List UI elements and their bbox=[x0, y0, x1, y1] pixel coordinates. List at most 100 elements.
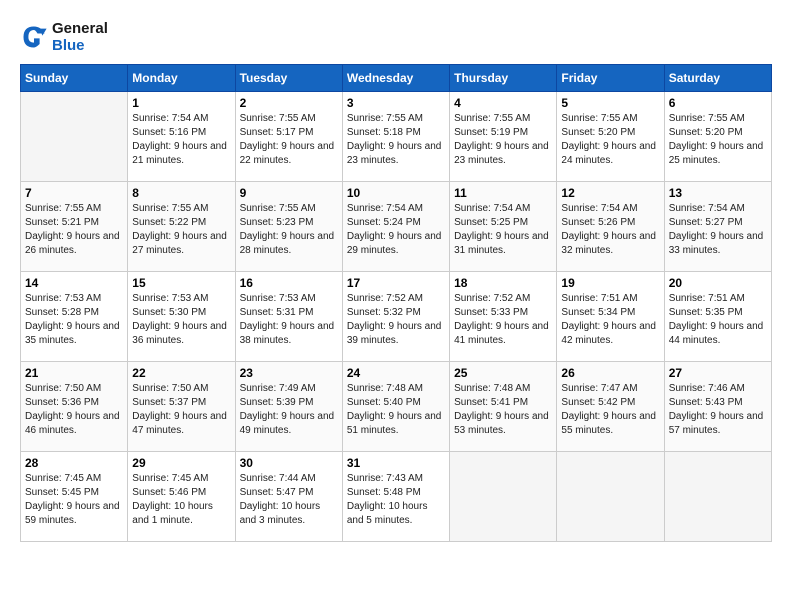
calendar-cell: 10Sunrise: 7:54 AMSunset: 5:24 PMDayligh… bbox=[342, 182, 449, 272]
day-number: 25 bbox=[454, 366, 552, 380]
day-info: Sunrise: 7:53 AMSunset: 5:28 PMDaylight:… bbox=[25, 292, 123, 348]
calendar-cell: 19 Sunrise: 7:51 AMSunset: 5:34 PMDayligh… bbox=[557, 272, 664, 362]
calendar-cell bbox=[21, 92, 128, 182]
calendar-cell: 29 Sunrise: 7:45 AMSunset: 5:46 PMDayligh… bbox=[128, 452, 235, 542]
day-info: Sunrise: 7:55 AMSunset: 5:20 PMDaylight:… bbox=[561, 112, 659, 168]
day-info: Sunrise: 7:46 AMSunset: 5:43 PMDaylight:… bbox=[669, 382, 767, 438]
day-info: Sunrise: 7:55 AMSunset: 5:23 PMDaylight:… bbox=[240, 202, 338, 258]
day-number: 15 bbox=[132, 276, 230, 290]
day-number: 7 bbox=[25, 186, 123, 200]
day-info: Sunrise: 7:43 AMSunset: 5:48 PMDaylight:… bbox=[347, 472, 445, 528]
calendar-cell: 2 Sunrise: 7:55 AMSunset: 5:17 PMDaylight… bbox=[235, 92, 342, 182]
day-info: Sunrise: 7:55 AMSunset: 5:19 PMDaylight:… bbox=[454, 112, 552, 168]
calendar-cell: 20 Sunrise: 7:51 AMSunset: 5:35 PMDayligh… bbox=[664, 272, 771, 362]
calendar-cell: 11 Sunrise: 7:54 AMSunset: 5:25 PMDayligh… bbox=[450, 182, 557, 272]
logo-icon bbox=[20, 23, 48, 51]
day-number: 11 bbox=[454, 186, 552, 200]
calendar-cell: 4 Sunrise: 7:55 AMSunset: 5:19 PMDaylight… bbox=[450, 92, 557, 182]
page-header: General Blue bbox=[20, 20, 772, 54]
day-number: 3 bbox=[347, 96, 445, 110]
calendar-cell: 26Sunrise: 7:47 AMSunset: 5:42 PMDayligh… bbox=[557, 362, 664, 452]
calendar-cell: 8 Sunrise: 7:55 AMSunset: 5:22 PMDaylight… bbox=[128, 182, 235, 272]
calendar-cell: 25 Sunrise: 7:48 AMSunset: 5:41 PMDayligh… bbox=[450, 362, 557, 452]
calendar-cell: 30Sunrise: 7:44 AMSunset: 5:47 PMDayligh… bbox=[235, 452, 342, 542]
day-number: 20 bbox=[669, 276, 767, 290]
calendar-cell: 24Sunrise: 7:48 AMSunset: 5:40 PMDayligh… bbox=[342, 362, 449, 452]
logo: General Blue bbox=[20, 20, 108, 54]
day-number: 4 bbox=[454, 96, 552, 110]
day-number: 30 bbox=[240, 456, 338, 470]
calendar-cell: 21 Sunrise: 7:50 AMSunset: 5:36 PMDayligh… bbox=[21, 362, 128, 452]
day-info: Sunrise: 7:55 AMSunset: 5:20 PMDaylight:… bbox=[669, 112, 767, 168]
calendar-cell: 31 Sunrise: 7:43 AMSunset: 5:48 PMDayligh… bbox=[342, 452, 449, 542]
day-info: Sunrise: 7:53 AMSunset: 5:31 PMDaylight:… bbox=[240, 292, 338, 348]
day-info: Sunrise: 7:53 AMSunset: 5:30 PMDaylight:… bbox=[132, 292, 230, 348]
day-number: 9 bbox=[240, 186, 338, 200]
calendar-cell bbox=[450, 452, 557, 542]
calendar-week-row: 14 Sunrise: 7:53 AMSunset: 5:28 PMDayligh… bbox=[21, 272, 772, 362]
column-header-thursday: Thursday bbox=[450, 65, 557, 92]
logo-text: General Blue bbox=[52, 20, 108, 54]
day-info: Sunrise: 7:55 AMSunset: 5:17 PMDaylight:… bbox=[240, 112, 338, 168]
calendar-week-row: 7Sunrise: 7:55 AMSunset: 5:21 PMDaylight… bbox=[21, 182, 772, 272]
calendar-cell: 5 Sunrise: 7:55 AMSunset: 5:20 PMDaylight… bbox=[557, 92, 664, 182]
day-number: 12 bbox=[561, 186, 659, 200]
day-info: Sunrise: 7:51 AMSunset: 5:34 PMDaylight:… bbox=[561, 292, 659, 348]
day-info: Sunrise: 7:45 AMSunset: 5:46 PMDaylight:… bbox=[132, 472, 230, 528]
day-info: Sunrise: 7:54 AMSunset: 5:26 PMDaylight:… bbox=[561, 202, 659, 258]
day-number: 28 bbox=[25, 456, 123, 470]
day-info: Sunrise: 7:49 AMSunset: 5:39 PMDaylight:… bbox=[240, 382, 338, 438]
calendar-cell: 1Sunrise: 7:54 AMSunset: 5:16 PMDaylight… bbox=[128, 92, 235, 182]
day-number: 18 bbox=[454, 276, 552, 290]
calendar-cell: 27 Sunrise: 7:46 AMSunset: 5:43 PMDayligh… bbox=[664, 362, 771, 452]
day-info: Sunrise: 7:54 AMSunset: 5:27 PMDaylight:… bbox=[669, 202, 767, 258]
calendar-week-row: 28 Sunrise: 7:45 AMSunset: 5:45 PMDayligh… bbox=[21, 452, 772, 542]
day-number: 29 bbox=[132, 456, 230, 470]
day-number: 13 bbox=[669, 186, 767, 200]
calendar-cell bbox=[664, 452, 771, 542]
day-number: 21 bbox=[25, 366, 123, 380]
day-info: Sunrise: 7:54 AMSunset: 5:25 PMDaylight:… bbox=[454, 202, 552, 258]
day-info: Sunrise: 7:45 AMSunset: 5:45 PMDaylight:… bbox=[25, 472, 123, 528]
day-number: 2 bbox=[240, 96, 338, 110]
day-info: Sunrise: 7:52 AMSunset: 5:32 PMDaylight:… bbox=[347, 292, 445, 348]
calendar-cell: 15 Sunrise: 7:53 AMSunset: 5:30 PMDayligh… bbox=[128, 272, 235, 362]
calendar-table: SundayMondayTuesdayWednesdayThursdayFrid… bbox=[20, 64, 772, 542]
day-number: 24 bbox=[347, 366, 445, 380]
calendar-cell: 13 Sunrise: 7:54 AMSunset: 5:27 PMDayligh… bbox=[664, 182, 771, 272]
day-number: 26 bbox=[561, 366, 659, 380]
day-info: Sunrise: 7:55 AMSunset: 5:18 PMDaylight:… bbox=[347, 112, 445, 168]
day-info: Sunrise: 7:48 AMSunset: 5:41 PMDaylight:… bbox=[454, 382, 552, 438]
day-number: 23 bbox=[240, 366, 338, 380]
calendar-week-row: 21 Sunrise: 7:50 AMSunset: 5:36 PMDayligh… bbox=[21, 362, 772, 452]
day-number: 16 bbox=[240, 276, 338, 290]
day-number: 8 bbox=[132, 186, 230, 200]
calendar-header-row: SundayMondayTuesdayWednesdayThursdayFrid… bbox=[21, 65, 772, 92]
day-number: 14 bbox=[25, 276, 123, 290]
calendar-cell: 23 Sunrise: 7:49 AMSunset: 5:39 PMDayligh… bbox=[235, 362, 342, 452]
column-header-tuesday: Tuesday bbox=[235, 65, 342, 92]
day-info: Sunrise: 7:50 AMSunset: 5:36 PMDaylight:… bbox=[25, 382, 123, 438]
day-info: Sunrise: 7:50 AMSunset: 5:37 PMDaylight:… bbox=[132, 382, 230, 438]
day-number: 31 bbox=[347, 456, 445, 470]
calendar-cell: 9 Sunrise: 7:55 AMSunset: 5:23 PMDaylight… bbox=[235, 182, 342, 272]
day-number: 19 bbox=[561, 276, 659, 290]
calendar-cell: 12 Sunrise: 7:54 AMSunset: 5:26 PMDayligh… bbox=[557, 182, 664, 272]
day-number: 5 bbox=[561, 96, 659, 110]
day-number: 27 bbox=[669, 366, 767, 380]
day-number: 17 bbox=[347, 276, 445, 290]
calendar-cell: 7Sunrise: 7:55 AMSunset: 5:21 PMDaylight… bbox=[21, 182, 128, 272]
day-number: 10 bbox=[347, 186, 445, 200]
calendar-cell: 28 Sunrise: 7:45 AMSunset: 5:45 PMDayligh… bbox=[21, 452, 128, 542]
calendar-cell: 14 Sunrise: 7:53 AMSunset: 5:28 PMDayligh… bbox=[21, 272, 128, 362]
column-header-sunday: Sunday bbox=[21, 65, 128, 92]
day-number: 22 bbox=[132, 366, 230, 380]
day-number: 1 bbox=[132, 96, 230, 110]
calendar-week-row: 1Sunrise: 7:54 AMSunset: 5:16 PMDaylight… bbox=[21, 92, 772, 182]
day-info: Sunrise: 7:51 AMSunset: 5:35 PMDaylight:… bbox=[669, 292, 767, 348]
day-info: Sunrise: 7:55 AMSunset: 5:22 PMDaylight:… bbox=[132, 202, 230, 258]
calendar-cell: 6Sunrise: 7:55 AMSunset: 5:20 PMDaylight… bbox=[664, 92, 771, 182]
calendar-cell: 18 Sunrise: 7:52 AMSunset: 5:33 PMDayligh… bbox=[450, 272, 557, 362]
day-info: Sunrise: 7:52 AMSunset: 5:33 PMDaylight:… bbox=[454, 292, 552, 348]
column-header-saturday: Saturday bbox=[664, 65, 771, 92]
